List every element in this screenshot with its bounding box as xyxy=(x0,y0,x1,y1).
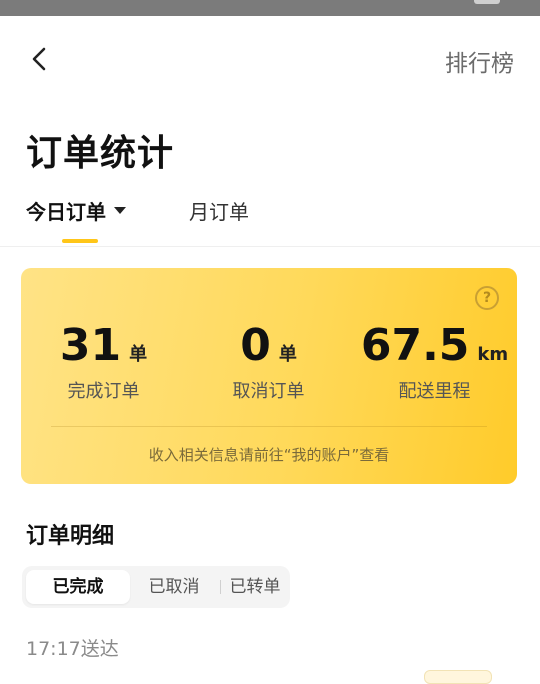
chevron-left-icon xyxy=(32,47,46,71)
tab-today-orders[interactable]: 今日订单 xyxy=(26,196,126,225)
completed-orders-value: 31 xyxy=(59,320,122,371)
filter-completed[interactable]: 已完成 xyxy=(26,570,130,604)
cancelled-orders-stat: 0 单 取消订单 xyxy=(186,320,351,403)
completed-orders-label: 完成订单 xyxy=(67,381,140,402)
order-stats-card: ? 31 单 完成订单 0 单 取消订单 67.5 km 配送里程 收入相关信息… xyxy=(21,268,517,484)
order-tabs: 今日订单 月订单 xyxy=(0,196,540,247)
order-badge xyxy=(424,670,492,684)
status-bar xyxy=(0,0,540,16)
back-button[interactable] xyxy=(22,42,56,76)
completed-orders-stat: 31 单 完成订单 xyxy=(21,320,186,403)
filter-separator xyxy=(220,580,221,594)
status-indicator xyxy=(474,0,500,4)
card-divider xyxy=(51,426,487,427)
tab-today-label: 今日订单 xyxy=(26,200,106,224)
delivery-distance-unit: km xyxy=(477,344,509,365)
order-filter-segmented: 已完成 已取消 已转单 xyxy=(22,566,290,608)
question-circle-icon[interactable]: ? xyxy=(475,286,499,310)
leaderboard-link[interactable]: 排行榜 xyxy=(445,44,514,78)
caret-down-icon xyxy=(114,207,126,214)
page-title: 订单统计 xyxy=(26,133,175,174)
delivery-distance-label: 配送里程 xyxy=(398,381,471,402)
delivery-distance-stat: 67.5 km 配送里程 xyxy=(352,320,517,403)
filter-transferred[interactable]: 已转单 xyxy=(222,570,288,604)
order-delivery-time: 17:17送达 xyxy=(26,638,119,660)
order-details-title: 订单明细 xyxy=(26,524,115,549)
completed-orders-unit: 单 xyxy=(129,344,148,365)
filter-cancelled[interactable]: 已取消 xyxy=(130,570,218,604)
cancelled-orders-label: 取消订单 xyxy=(232,381,305,402)
income-note: 收入相关信息请前往“我的账户”查看 xyxy=(148,446,390,464)
cancelled-orders-unit: 单 xyxy=(278,344,297,365)
tab-month-orders[interactable]: 月订单 xyxy=(189,196,249,225)
active-tab-indicator xyxy=(62,239,98,243)
cancelled-orders-value: 0 xyxy=(240,320,271,371)
delivery-distance-value: 67.5 xyxy=(360,320,470,371)
